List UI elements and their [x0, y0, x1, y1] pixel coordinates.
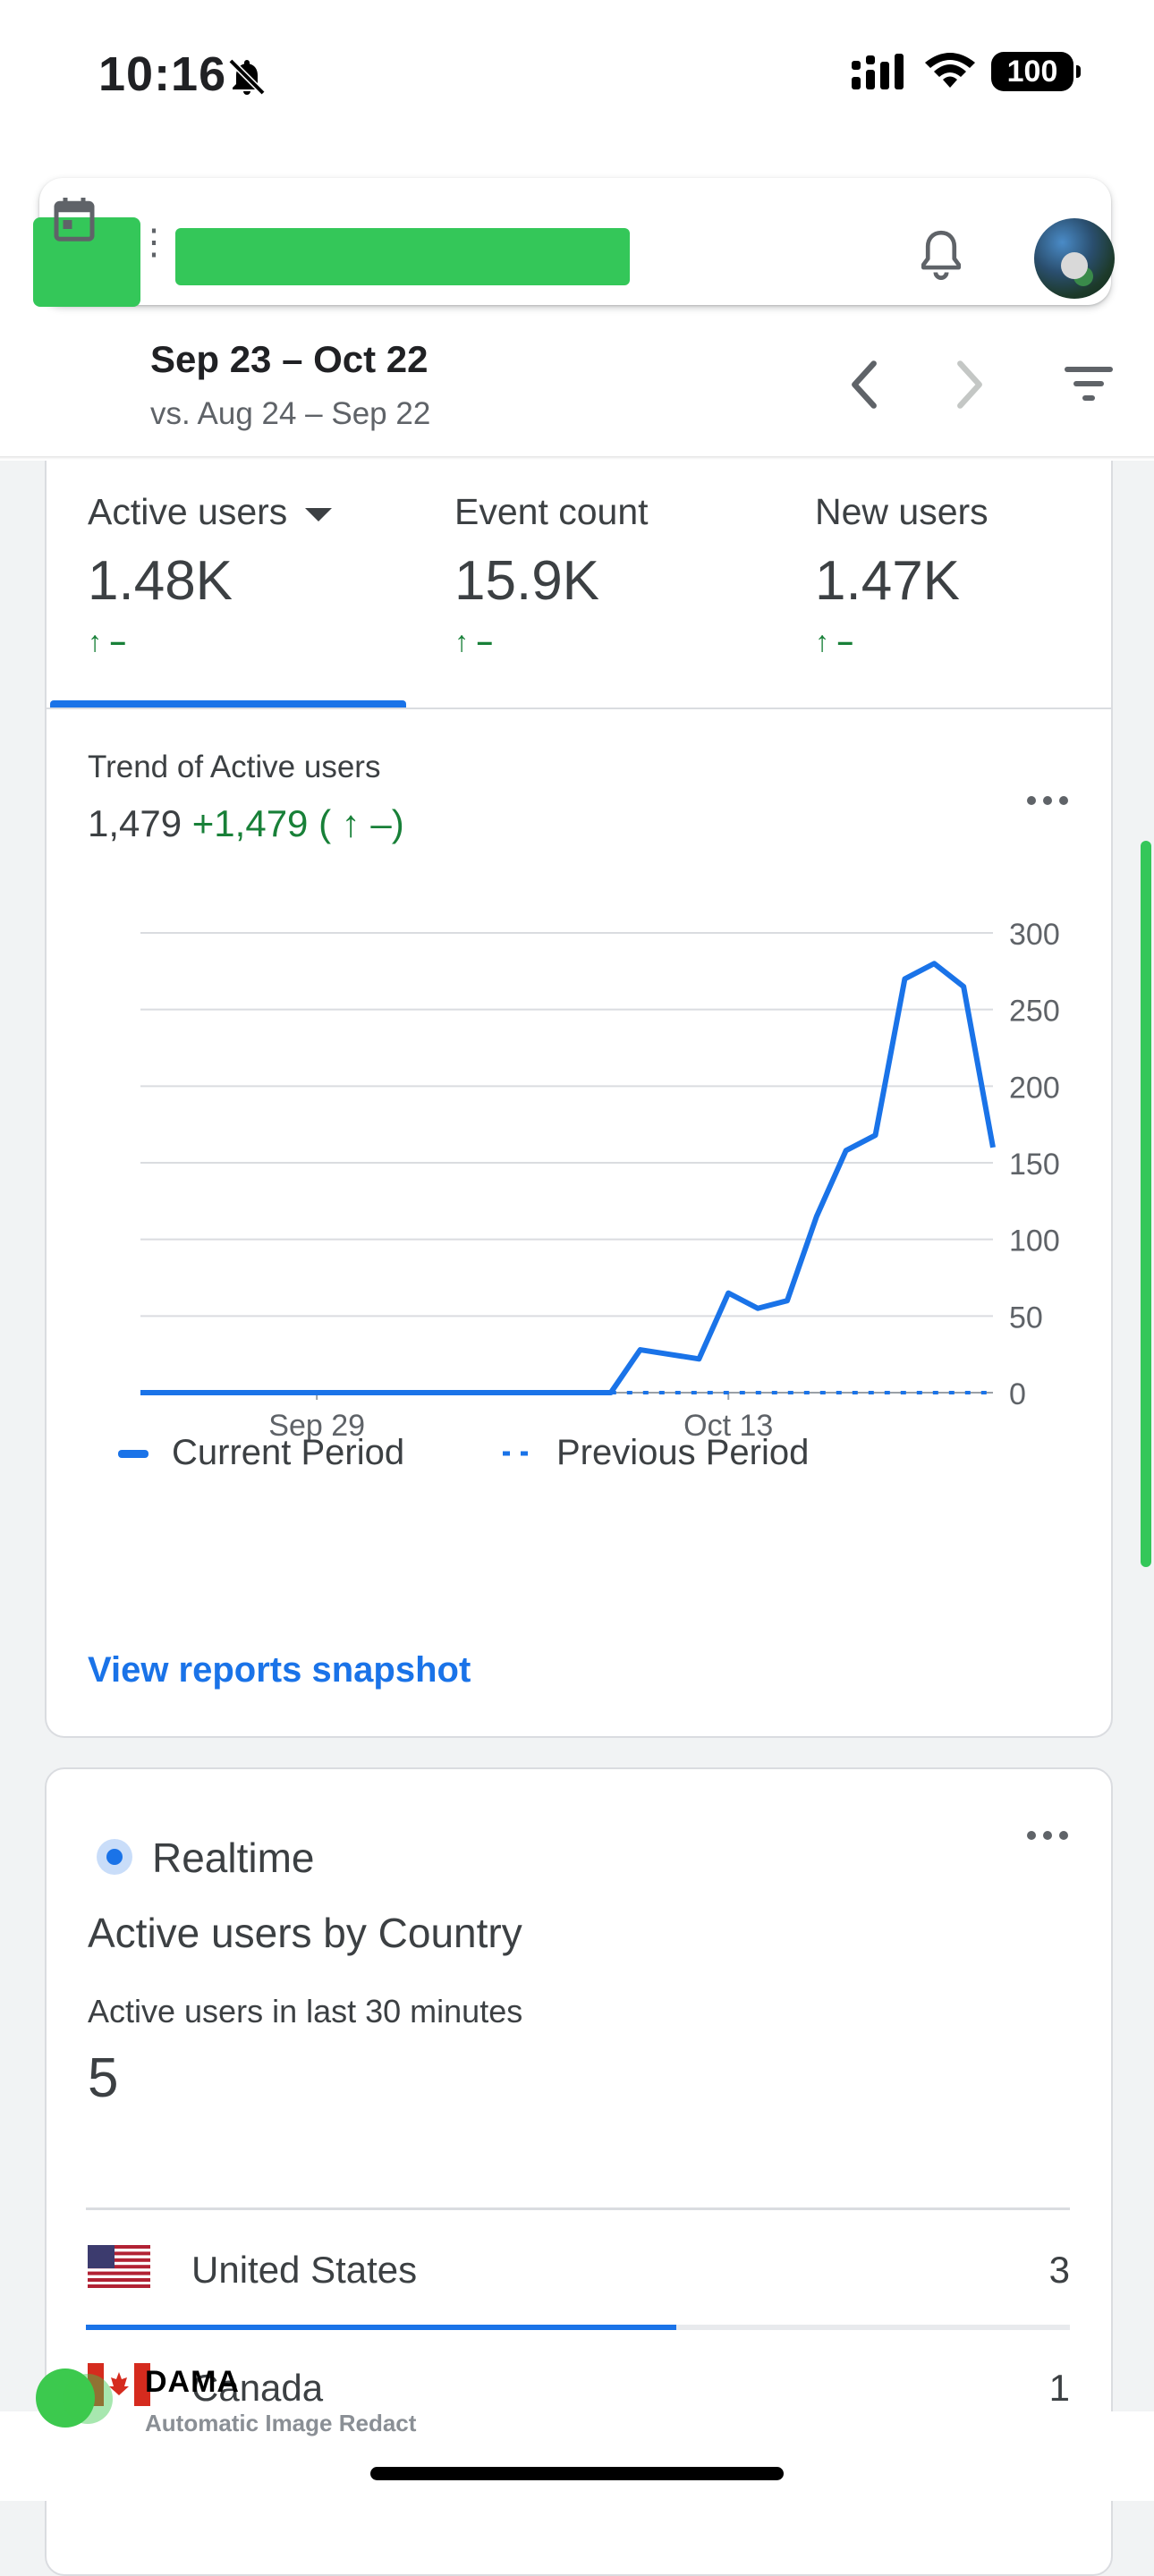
- calendar-icon[interactable]: [52, 195, 97, 245]
- country-count: 1: [1048, 2367, 1070, 2409]
- view-reports-snapshot-link[interactable]: View reports snapshot: [88, 1650, 471, 1690]
- y-tick-label: 200: [1009, 1071, 1060, 1105]
- metric-value: 1.47K: [815, 550, 961, 612]
- avatar[interactable]: [1034, 218, 1115, 299]
- y-tick-label: 0: [1009, 1377, 1026, 1411]
- compare-range: vs. Aug 24 – Sep 22: [150, 396, 431, 431]
- realtime-label: Realtime: [152, 1835, 315, 1881]
- us-flag-icon: [88, 2245, 150, 2288]
- more-options-icon[interactable]: [1024, 1826, 1071, 1844]
- metric-value: 1.48K: [88, 550, 233, 612]
- legend-label: Previous Period: [556, 1433, 809, 1472]
- realtime-dot-icon: [97, 1839, 132, 1875]
- divider: [47, 708, 1111, 709]
- legend-swatch: [118, 1450, 148, 1458]
- trend-delta: +1,479 ( ↑ –): [191, 802, 404, 844]
- y-tick-label: 100: [1009, 1224, 1060, 1258]
- battery-icon: 100: [991, 52, 1081, 91]
- divider: [86, 2207, 1070, 2210]
- realtime-value: 5: [88, 2047, 119, 2109]
- redacted-property-name[interactable]: [175, 228, 630, 285]
- more-options-icon[interactable]: [1024, 792, 1071, 809]
- trend-summary: 1,479 +1,479 ( ↑ –): [88, 802, 404, 845]
- metric-tab-event-count[interactable]: Event count 15.9K ↑ –: [454, 491, 649, 697]
- metric-change: ↑ –: [454, 625, 493, 657]
- date-range[interactable]: Sep 23 – Oct 22: [150, 338, 429, 381]
- metrics-card: Active users 1.48K ↑ – Event count 15.9K…: [45, 461, 1113, 1738]
- status-time: 10:16: [98, 47, 227, 101]
- y-tick-label: 150: [1009, 1148, 1060, 1182]
- status-icons: 100: [850, 52, 1081, 91]
- metric-label[interactable]: Active users: [88, 491, 333, 533]
- metric-tab-active-users[interactable]: Active users 1.48K ↑ –: [88, 491, 333, 697]
- realtime-heading: Active users by Country: [88, 1910, 522, 1956]
- watermark: DAMA Automatic Image Redact: [36, 2365, 456, 2436]
- metric-tab-new-users[interactable]: New users 1.47K ↑ –: [815, 491, 989, 697]
- wifi-icon: [925, 53, 975, 88]
- country-count: 3: [1048, 2249, 1070, 2291]
- country-bar-fill: [86, 2325, 676, 2330]
- header-shadow: [0, 456, 1154, 460]
- metric-change: ↑ –: [815, 625, 853, 657]
- status-bar: 10:16 100: [0, 0, 1154, 157]
- watermark-logo-overlay: [63, 2374, 113, 2424]
- y-tick-label: 300: [1009, 918, 1060, 952]
- property-selector-bar[interactable]: ⋮: [33, 178, 1115, 307]
- watermark-subtitle: Automatic Image Redact: [145, 2410, 417, 2436]
- trend-chart: 050100150200250300Sep 29 Oct 13Current Pe…: [118, 918, 1060, 1472]
- signal-icon: [852, 54, 904, 89]
- country-row-united-states[interactable]: United States 3: [88, 2225, 1070, 2306]
- legend-label: Current Period: [172, 1433, 404, 1472]
- metric-label: New users: [815, 491, 989, 532]
- y-tick-label: 50: [1009, 1301, 1043, 1335]
- chevron-right-icon[interactable]: [950, 358, 989, 411]
- metric-change: ↑ –: [88, 625, 126, 657]
- metric-label: Event count: [454, 491, 649, 532]
- watermark-brand: DAMA: [145, 2365, 240, 2399]
- realtime-sublabel: Active users in last 30 minutes: [88, 1993, 523, 2029]
- bell-slash-icon: [228, 58, 266, 96]
- caret-down-icon[interactable]: [305, 507, 333, 521]
- series-line-current-period: [140, 961, 996, 1395]
- menu-icon[interactable]: ⋮: [136, 225, 172, 260]
- home-indicator[interactable]: [370, 2467, 784, 2480]
- filter-icon[interactable]: [1063, 363, 1115, 404]
- notifications-icon[interactable]: [914, 227, 968, 284]
- trend-title: Trend of Active users: [88, 750, 381, 784]
- country-bar-united-states: [86, 2325, 1070, 2330]
- scrollbar-thumb[interactable]: [1141, 841, 1151, 1567]
- chevron-left-icon[interactable]: [844, 358, 884, 411]
- metric-value: 15.9K: [454, 550, 600, 612]
- country-name: United States: [191, 2249, 418, 2291]
- y-tick-label: 250: [1009, 995, 1060, 1029]
- trend-total: 1,479: [88, 802, 182, 844]
